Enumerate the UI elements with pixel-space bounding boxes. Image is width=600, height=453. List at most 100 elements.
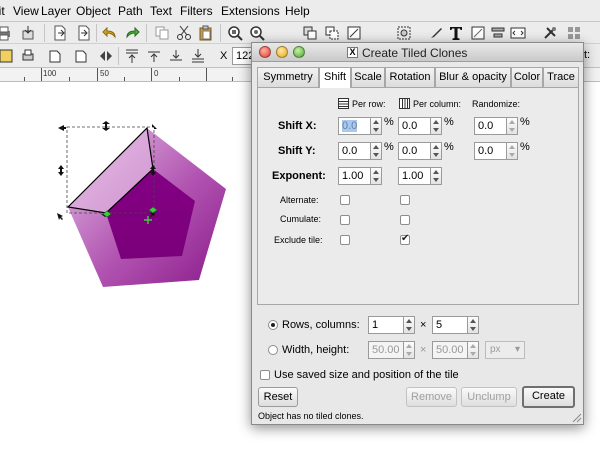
width-height-radio[interactable] xyxy=(268,345,278,355)
shift-y-per-column-spinner[interactable]: 0.0 xyxy=(398,142,442,160)
menu-path[interactable]: Path xyxy=(118,4,143,18)
import-document-icon[interactable] xyxy=(52,25,68,41)
lower-to-bottom-icon[interactable] xyxy=(190,48,206,64)
shift-x-per-column-spinner[interactable]: 0.0 xyxy=(398,117,442,135)
exclude-tile-per-row-checkbox[interactable] xyxy=(340,235,350,245)
xml-editor-icon[interactable] xyxy=(428,25,444,41)
handle-left[interactable] xyxy=(58,165,64,176)
raise-to-top-icon[interactable] xyxy=(124,48,140,64)
text-tool-icon[interactable] xyxy=(448,25,464,41)
create-button[interactable]: Create xyxy=(522,386,575,408)
tab-blur-opacity[interactable]: Blur & opacity xyxy=(435,67,511,87)
tab-color[interactable]: Color xyxy=(511,67,543,87)
tab-shift[interactable]: Shift xyxy=(319,67,351,88)
unlink-clone-icon[interactable] xyxy=(346,25,362,41)
menu-help[interactable]: Help xyxy=(285,4,310,18)
spin-arrows[interactable] xyxy=(468,316,479,334)
shift-y-randomize-field[interactable]: 0.0 xyxy=(474,142,507,160)
menu-filters[interactable]: Filters xyxy=(180,4,213,18)
exponent-per-column-spinner[interactable]: 1.00 xyxy=(398,167,442,185)
use-saved-size-checkbox[interactable] xyxy=(260,370,270,380)
exponent-per-column-field[interactable]: 1.00 xyxy=(398,167,431,185)
zoom-drawing-icon[interactable] xyxy=(249,25,265,41)
menu-extensions[interactable]: Extensions xyxy=(221,4,280,18)
spin-arrows[interactable] xyxy=(371,117,382,135)
tab-symmetry[interactable]: Symmetry xyxy=(257,67,319,87)
tab-scale[interactable]: Scale xyxy=(351,67,385,87)
columns-spinner[interactable]: 5 xyxy=(432,316,479,334)
shift-x-per-row-field[interactable]: 0.0 xyxy=(338,117,371,135)
exclude-tile-per-column-checkbox[interactable] xyxy=(400,233,410,245)
print-icon[interactable] xyxy=(0,25,12,41)
shift-x-per-row-spinner[interactable]: 0.0 xyxy=(338,117,382,135)
group-icon[interactable] xyxy=(396,25,412,41)
rotate-cw-icon[interactable] xyxy=(72,48,88,64)
flip-horizontal-icon[interactable] xyxy=(98,48,114,64)
spin-arrows[interactable] xyxy=(371,167,382,185)
copy-icon[interactable] xyxy=(154,25,170,41)
unclump-button[interactable]: Unclump xyxy=(461,387,517,407)
columns-field[interactable]: 5 xyxy=(432,316,468,334)
menu-edit[interactable]: dit xyxy=(0,4,5,18)
spin-arrows[interactable] xyxy=(507,142,518,160)
tab-rotation[interactable]: Rotation xyxy=(385,67,435,87)
menu-view[interactable]: View xyxy=(13,4,39,18)
shift-y-per-row-spinner[interactable]: 0.0 xyxy=(338,142,382,160)
cumulate-per-column-checkbox[interactable] xyxy=(400,215,410,225)
import-icon[interactable] xyxy=(20,25,36,41)
paste-icon[interactable] xyxy=(198,25,214,41)
zoom-selection-icon[interactable] xyxy=(227,25,243,41)
export-document-icon[interactable] xyxy=(76,25,92,41)
handle-top-right[interactable] xyxy=(152,124,157,129)
width-spinner[interactable]: 50.00 xyxy=(368,341,415,359)
spin-arrows[interactable] xyxy=(371,142,382,160)
dialog-titlebar[interactable]: X Create Tiled Clones xyxy=(252,43,583,62)
shift-y-per-row-field[interactable]: 0.0 xyxy=(338,142,371,160)
spin-arrows[interactable] xyxy=(404,341,415,359)
layers-icon[interactable] xyxy=(510,25,526,41)
tab-trace[interactable]: Trace xyxy=(543,67,579,87)
preferences-icon[interactable] xyxy=(542,25,558,41)
height-field[interactable]: 50.00 xyxy=(432,341,468,359)
resize-grip-icon[interactable] xyxy=(570,411,582,423)
menu-text[interactable]: Text xyxy=(150,4,172,18)
zoom-window-button[interactable] xyxy=(293,46,305,58)
undo-icon[interactable] xyxy=(102,25,118,41)
cut-icon[interactable] xyxy=(176,25,192,41)
spin-arrows[interactable] xyxy=(431,167,442,185)
spin-arrows[interactable] xyxy=(431,142,442,160)
lower-icon[interactable] xyxy=(168,48,184,64)
select-all-icon[interactable] xyxy=(0,48,14,64)
clone-icon[interactable] xyxy=(324,25,340,41)
document-properties-icon[interactable] xyxy=(566,25,582,41)
rows-columns-radio[interactable] xyxy=(268,320,278,330)
unit-select[interactable]: px xyxy=(485,341,525,359)
minimize-window-button[interactable] xyxy=(276,46,288,58)
exponent-per-row-field[interactable]: 1.00 xyxy=(338,167,371,185)
spin-arrows[interactable] xyxy=(431,117,442,135)
raise-icon[interactable] xyxy=(146,48,162,64)
alternate-per-row-checkbox[interactable] xyxy=(340,195,350,205)
shift-y-per-column-field[interactable]: 0.0 xyxy=(398,142,431,160)
spin-arrows[interactable] xyxy=(507,117,518,135)
spin-arrows[interactable] xyxy=(468,341,479,359)
reset-button[interactable]: Reset xyxy=(258,387,298,407)
cumulate-per-row-checkbox[interactable] xyxy=(340,215,350,225)
exponent-per-row-spinner[interactable]: 1.00 xyxy=(338,167,382,185)
shift-x-per-column-field[interactable]: 0.0 xyxy=(398,117,431,135)
close-window-button[interactable] xyxy=(259,46,271,58)
align-icon[interactable] xyxy=(490,25,506,41)
remove-button[interactable]: Remove xyxy=(406,387,457,407)
height-spinner[interactable]: 50.00 xyxy=(432,341,479,359)
select-in-all-layers-icon[interactable] xyxy=(20,48,36,64)
fill-stroke-icon[interactable] xyxy=(470,25,486,41)
menu-object[interactable]: Object xyxy=(76,4,111,18)
shift-x-randomize-field[interactable]: 0.0 xyxy=(474,117,507,135)
width-field[interactable]: 50.00 xyxy=(368,341,404,359)
handle-bottom-left[interactable] xyxy=(57,213,63,220)
redo-icon[interactable] xyxy=(124,25,140,41)
alternate-per-column-checkbox[interactable] xyxy=(400,195,410,205)
rotate-ccw-icon[interactable] xyxy=(46,48,62,64)
duplicate-icon[interactable] xyxy=(302,25,318,41)
spin-arrows[interactable] xyxy=(404,316,415,334)
